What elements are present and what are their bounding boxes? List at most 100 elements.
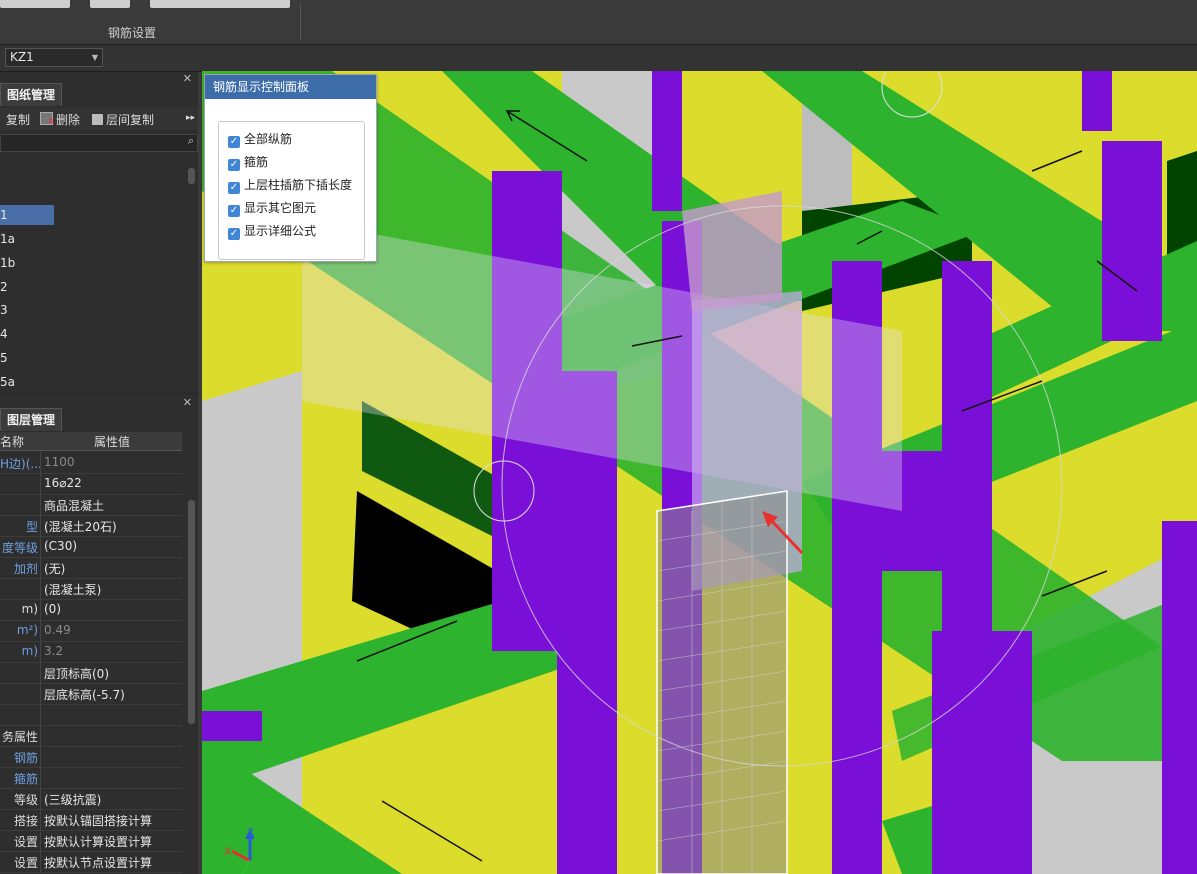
search-input[interactable]: ⌕ (0, 134, 198, 152)
scrollbar[interactable] (188, 500, 195, 724)
option-show-detailed-formula[interactable]: ✓ 显示详细公式 (228, 221, 316, 241)
table-row[interactable]: 度等级 (C30) (0, 536, 182, 558)
checkbox-checked-icon[interactable]: ✓ (228, 136, 240, 148)
table-row[interactable]: 钢筋 (0, 746, 182, 768)
tab-layer-management[interactable]: 图层管理 (0, 408, 63, 431)
property-value[interactable]: (混凝土20石) (44, 518, 117, 535)
property-name: 搭接 (13, 814, 38, 828)
list-item[interactable]: 1 (0, 205, 54, 225)
cell-divider (40, 599, 41, 620)
property-name: m) (21, 644, 38, 658)
table-row[interactable]: 加剂 (无) (0, 557, 182, 579)
floor-copy-button[interactable]: 层间复制 (92, 111, 154, 128)
delete-button[interactable]: ✕ 删除 (40, 111, 80, 128)
list-item[interactable]: 5 (0, 348, 8, 368)
list-item[interactable]: 1a (0, 229, 15, 249)
option-show-other-elements[interactable]: ✓ 显示其它图元 (228, 198, 316, 218)
table-row[interactable]: m) 3.2 (0, 641, 182, 663)
property-value[interactable]: 16⌀22 (44, 476, 82, 490)
property-name: 设置 (13, 835, 38, 849)
checkbox-checked-icon[interactable]: ✓ (228, 159, 240, 171)
property-value[interactable]: 商品混凝土 (44, 497, 104, 514)
property-value[interactable]: (C30) (44, 539, 77, 553)
table-row[interactable]: m) (0) (0, 599, 182, 621)
ribbon-cut-text (0, 0, 70, 8)
cell-divider (40, 536, 41, 557)
ribbon-group-label[interactable]: 钢筋设置 (90, 24, 174, 41)
cell-divider (40, 725, 41, 746)
table-row[interactable]: 设置 按默认计算设置计算 (0, 830, 182, 852)
copy-button[interactable]: 复制 (6, 111, 30, 128)
table-row[interactable]: 层顶标高(0) (0, 662, 182, 684)
grid-header: 名称 属性值 (0, 432, 182, 451)
property-value[interactable]: (0) (44, 602, 61, 616)
table-row[interactable]: 层底标高(-5.7) (0, 683, 182, 705)
table-row[interactable]: 务属性 (0, 725, 182, 747)
ribbon-separator (300, 4, 301, 40)
property-value[interactable]: 按默认锚固搭接计算 (44, 812, 152, 829)
component-select[interactable]: KZ1 ▼ (5, 48, 103, 67)
cell-divider (40, 788, 41, 809)
property-value[interactable]: 1100 (44, 455, 75, 469)
property-value[interactable]: 层底标高(-5.7) (44, 686, 125, 703)
property-name: 务属性 (1, 730, 38, 744)
property-value[interactable]: 0.49 (44, 623, 71, 637)
property-value[interactable]: 层顶标高(0) (44, 665, 109, 682)
list-item[interactable]: 5a (0, 372, 15, 392)
property-value[interactable]: 3.2 (44, 644, 63, 658)
property-name: 等级 (13, 793, 38, 807)
table-row[interactable]: 箍筋 (0, 767, 182, 789)
component-toolbar: KZ1 ▼ (0, 45, 1197, 72)
list-item[interactable]: 1b (0, 253, 15, 273)
table-row[interactable] (0, 704, 182, 726)
ribbon-cut-text (150, 0, 290, 8)
control-panel-options: ✓ 全部纵筋 ✓ 箍筋 ✓ 上层柱插筋下插长度 ✓ 显示其它图元 ✓ 显示详细公式 (218, 121, 365, 260)
option-stirrup[interactable]: ✓ 箍筋 (228, 152, 268, 172)
option-upper-column-dowel-length[interactable]: ✓ 上层柱插筋下插长度 (228, 175, 352, 195)
cell-divider (40, 620, 41, 641)
property-name: 设置 (13, 856, 38, 870)
drawing-toolbar: 复制 ✕ 删除 层间复制 ▸▸ (0, 108, 198, 130)
close-icon[interactable]: ✕ (183, 72, 192, 85)
column (1082, 71, 1112, 131)
ribbon-cut-text (90, 0, 130, 8)
cell-divider (40, 473, 41, 494)
column-header-value: 属性值 (94, 435, 131, 449)
property-value[interactable]: (无) (44, 560, 65, 577)
checkbox-checked-icon[interactable]: ✓ (228, 182, 240, 194)
z-axis-label: Z (247, 827, 254, 839)
table-row[interactable]: 商品混凝土 (0, 494, 182, 516)
table-row[interactable]: 等级 (三级抗震) (0, 788, 182, 810)
property-value[interactable]: 按默认节点设置计算 (44, 854, 152, 871)
table-row[interactable]: 搭接 按默认锚固搭接计算 (0, 809, 182, 831)
chevron-down-icon: ▼ (91, 53, 98, 62)
cell-divider (40, 851, 41, 872)
close-icon[interactable]: ✕ (183, 396, 192, 409)
option-all-longitudinal-rebar[interactable]: ✓ 全部纵筋 (228, 129, 292, 149)
cell-divider (40, 683, 41, 704)
more-icon[interactable]: ▸▸ (186, 113, 195, 123)
table-row[interactable]: 型 (混凝土20石) (0, 515, 182, 537)
table-row[interactable]: m²) 0.49 (0, 620, 182, 642)
table-row[interactable]: 16⌀22 (0, 473, 182, 495)
property-name: 型 (25, 520, 38, 534)
property-value[interactable]: 按默认计算设置计算 (44, 833, 152, 850)
table-row[interactable]: H边)(... 1100 (0, 452, 182, 474)
property-name: m) (21, 602, 38, 616)
cell-divider (40, 557, 41, 578)
drawing-panel: ✕ 图纸管理 复制 ✕ 删除 层间复制 ▸▸ ⌕ 1 1a 1b 2 3 4 5 … (0, 72, 198, 392)
cell-divider (40, 578, 41, 599)
floor-copy-icon (92, 114, 103, 125)
table-row[interactable]: (混凝土泵) (0, 578, 182, 600)
scrollbar[interactable] (188, 168, 195, 184)
list-item[interactable]: 3 (0, 300, 8, 320)
property-value[interactable]: (混凝土泵) (44, 581, 101, 598)
list-item[interactable]: 4 (0, 324, 8, 344)
column-header-name: 名称 (0, 435, 25, 449)
checkbox-checked-icon[interactable]: ✓ (228, 228, 240, 240)
checkbox-checked-icon[interactable]: ✓ (228, 205, 240, 217)
list-item[interactable]: 2 (0, 277, 8, 297)
tab-drawing-management[interactable]: 图纸管理 (0, 83, 63, 106)
property-value[interactable]: (三级抗震) (44, 791, 101, 808)
table-row[interactable]: 设置 按默认节点设置计算 (0, 851, 182, 873)
